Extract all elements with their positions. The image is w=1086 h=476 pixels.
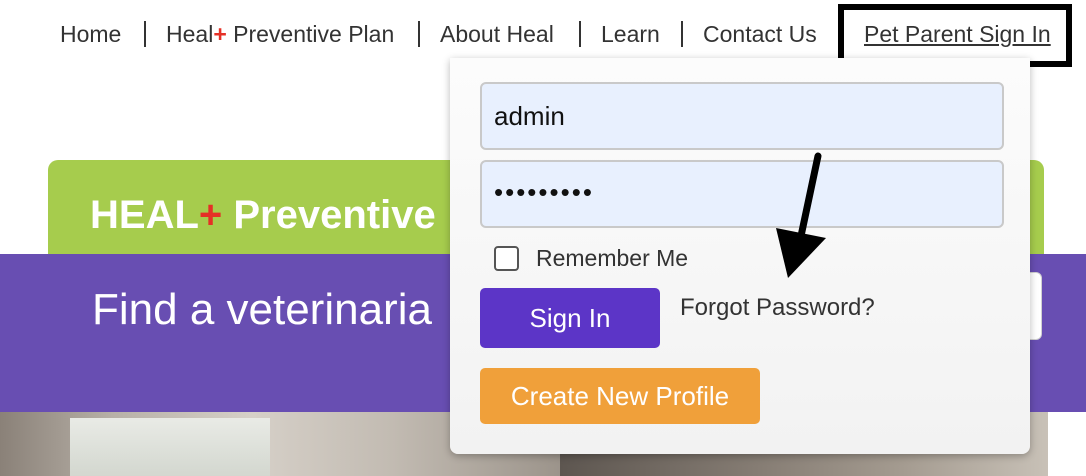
nav-preventive-plan-link[interactable]: Heal+ Preventive Plan [166,20,394,48]
username-field[interactable] [480,82,1004,150]
nav-signin-link[interactable]: Pet Parent Sign In [864,20,1051,48]
nav-divider [579,21,581,47]
remember-me-checkbox[interactable] [494,246,519,271]
sign-in-button[interactable]: Sign In [480,288,660,348]
hero-photo-window [70,418,270,476]
nav-home-link[interactable]: Home [60,20,121,48]
nav-divider [681,21,683,47]
nav-heal-plus: + [213,21,227,47]
plan-banner-title: HEAL+ Preventive [90,192,436,238]
page: Home Heal+ Preventive Plan About Heal Le… [0,0,1086,476]
nav-divider [418,21,420,47]
remember-me-label[interactable]: Remember Me [536,244,688,272]
nav-about-link[interactable]: About Heal [440,20,554,48]
forgot-password-link[interactable]: Forgot Password? [680,294,875,322]
nav-preventive-text: Preventive Plan [226,21,395,47]
nav-heal-text: Heal [166,21,214,47]
create-profile-button[interactable]: Create New Profile [480,368,760,424]
banner-heal-plus: + [198,193,223,237]
search-input-edge[interactable] [1030,272,1042,340]
nav-contact-link[interactable]: Contact Us [703,20,817,48]
banner-heal-text: HEAL [90,193,199,237]
banner-preventive-text: Preventive [222,193,436,237]
find-vet-heading: Find a veterinaria [92,285,432,334]
password-field[interactable] [480,160,1004,228]
nav-learn-link[interactable]: Learn [601,20,660,48]
nav-divider [144,21,146,47]
login-dropdown: ••••••••• Remember Me Sign In Forgot Pas… [450,58,1030,454]
